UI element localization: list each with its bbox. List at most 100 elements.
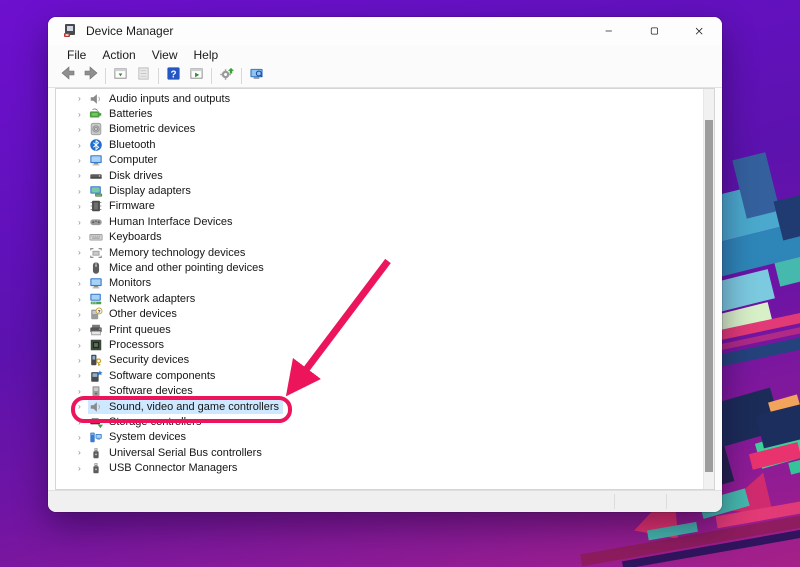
forward-button[interactable] [79,66,102,86]
tree-item-security-devices[interactable]: › Security devices [56,353,702,368]
minimize-button[interactable] [587,17,632,45]
statusbar [48,490,722,512]
tree-item-system-devices[interactable]: › System devices [56,430,702,445]
tree-item-batteries[interactable]: › Batteries [56,106,702,121]
tree-item-label: Bluetooth [109,138,156,151]
forward-icon [83,65,99,86]
maximize-button[interactable] [632,17,677,45]
tree-item-label: Universal Serial Bus controllers [109,446,262,459]
tree-item-sound-video-and-game-controllers[interactable]: › Sound, video and game controllers [56,398,702,415]
chevron-right-icon[interactable]: › [78,264,88,273]
chevron-right-icon[interactable]: › [78,187,88,196]
tree-item-software-components[interactable]: › Software components [56,368,702,383]
tree-item-label: Network adapters [109,292,196,305]
keyboard-icon [89,230,103,244]
chevron-right-icon[interactable]: › [78,94,88,103]
tree-item-firmware[interactable]: › Firmware [56,199,702,214]
scan-hardware-button[interactable] [215,66,238,86]
memory-card-icon [89,246,103,260]
tree-item-biometric-devices[interactable]: › Biometric devices [56,122,702,137]
tree-item-other-devices[interactable]: › ? Other devices [56,306,702,321]
chevron-right-icon[interactable]: › [78,371,88,380]
fingerprint-icon [89,122,103,136]
tree-item-audio-inputs-and-outputs[interactable]: › Audio inputs and outputs [56,91,702,106]
chevron-right-icon[interactable]: › [78,448,88,457]
speaker-icon [89,400,103,414]
chevron-right-icon[interactable]: › [78,433,88,442]
mouse-icon [89,261,103,275]
chevron-right-icon[interactable]: › [78,202,88,211]
menu-file[interactable]: File [59,47,94,63]
tree-item-mice-and-other-pointing-devices[interactable]: › Mice and other pointing devices [56,260,702,275]
chevron-right-icon[interactable]: › [78,387,88,396]
device-tree: › Audio inputs and outputs › Batteries ›… [56,91,702,476]
tree-item-label: Processors [109,338,165,351]
tree-item-memory-technology-devices[interactable]: › Memory technology devices [56,245,702,260]
close-button[interactable] [677,17,722,45]
tree-item-label: Keyboards [109,231,162,244]
chevron-right-icon[interactable]: › [78,325,88,334]
tree-item-universal-serial-bus-controllers[interactable]: › Universal Serial Bus controllers [56,445,702,460]
tree-item-label: Audio inputs and outputs [109,92,231,105]
chevron-right-icon[interactable]: › [78,156,88,165]
tree-item-label: Batteries [109,108,153,121]
usb-icon [89,461,103,475]
device-tree-panel: › Audio inputs and outputs › Batteries ›… [55,88,715,490]
chevron-right-icon[interactable]: › [78,356,88,365]
chevron-right-icon[interactable]: › [78,248,88,257]
tree-item-bluetooth[interactable]: › Bluetooth [56,137,702,152]
tree-item-monitors[interactable]: › Monitors [56,276,702,291]
menu-action[interactable]: Action [94,47,143,63]
tree-item-usb-connector-managers[interactable]: › USB Connector Managers [56,460,702,475]
titlebar[interactable]: Device Manager [48,17,722,45]
tree-item-label: Human Interface Devices [109,215,233,228]
tree-item-label: Mice and other pointing devices [109,261,264,274]
menu-help[interactable]: Help [186,47,227,63]
tree-item-display-adapters[interactable]: › Display adapters [56,183,702,198]
chevron-right-icon[interactable]: › [78,402,88,411]
back-button[interactable] [56,66,79,86]
chevron-right-icon[interactable]: › [78,141,88,150]
toolbar-separator [211,67,212,84]
chevron-right-icon[interactable]: › [78,341,88,350]
tree-item-computer[interactable]: › Computer [56,153,702,168]
console-tree-icon [113,66,128,86]
tree-item-network-adapters[interactable]: › Network adapters [56,291,702,306]
tree-item-storage-controllers[interactable]: › Storage controllers [56,414,702,429]
help-button[interactable]: ? [162,66,185,86]
chevron-right-icon[interactable]: › [78,310,88,319]
chevron-right-icon[interactable]: › [78,110,88,119]
chevron-right-icon[interactable]: › [78,279,88,288]
scan-hardware-icon [219,66,234,86]
device-manager-icon [62,23,78,39]
chevron-right-icon[interactable]: › [78,125,88,134]
show-window-button[interactable] [185,66,208,86]
tree-item-human-interface-devices[interactable]: › Human Interface Devices [56,214,702,229]
svg-text:?: ? [98,309,101,315]
tree-item-label: Storage controllers [109,415,202,428]
tree-item-software-devices[interactable]: › Software devices [56,383,702,398]
hid-icon [89,215,103,229]
tree-item-label: Computer [109,154,158,167]
remote-desktop-button[interactable] [245,66,268,86]
chevron-right-icon[interactable]: › [78,295,88,304]
usb-icon [89,446,103,460]
menu-view[interactable]: View [144,47,186,63]
chevron-right-icon[interactable]: › [78,233,88,242]
tree-item-print-queues[interactable]: › Print queues [56,322,702,337]
chevron-right-icon[interactable]: › [78,171,88,180]
properties-button[interactable] [132,66,155,86]
chevron-right-icon[interactable]: › [78,418,88,427]
tree-item-processors[interactable]: › Processors [56,337,702,352]
console-tree-button[interactable] [109,66,132,86]
vertical-scrollbar[interactable] [703,89,714,489]
printer-icon [89,323,103,337]
tree-item-disk-drives[interactable]: › Disk drives [56,168,702,183]
scrollbar-thumb[interactable] [705,120,713,472]
remote-desktop-icon [249,66,264,86]
chevron-right-icon[interactable]: › [78,464,88,473]
chevron-right-icon[interactable]: › [78,218,88,227]
tree-item-label: Sound, video and game controllers [109,400,279,413]
tree-item-keyboards[interactable]: › Keyboards [56,230,702,245]
toolbar-separator [105,67,106,84]
